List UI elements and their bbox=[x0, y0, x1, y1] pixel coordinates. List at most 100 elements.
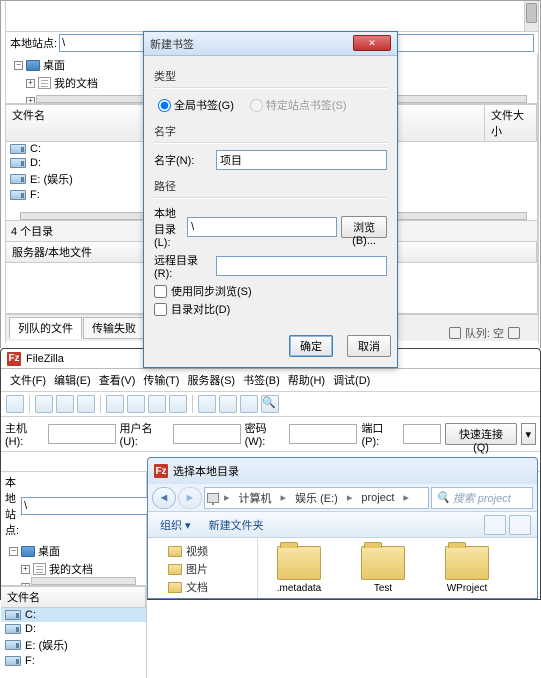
host-input[interactable] bbox=[48, 424, 116, 444]
folder-sidebar[interactable]: 视频 图片 文档 音乐 ▸计算机 ▸本地磁盘 (C:) bbox=[148, 538, 258, 598]
expand-icon[interactable]: + bbox=[26, 79, 35, 88]
tree-mydocs[interactable]: 我的文档 bbox=[54, 75, 98, 91]
drive-icon bbox=[10, 144, 26, 154]
bookmark-name-input[interactable] bbox=[216, 150, 387, 170]
tree-mydocs[interactable]: 我的文档 bbox=[49, 561, 93, 577]
menu-bookmarks[interactable]: 书签(B) bbox=[240, 371, 283, 389]
toggle-queue-icon[interactable] bbox=[77, 395, 95, 413]
radio-site-bookmark[interactable]: 特定站点书签(S) bbox=[250, 97, 347, 113]
drive-e[interactable]: E: (娱乐) bbox=[25, 637, 68, 653]
collapse-icon[interactable]: − bbox=[9, 547, 18, 556]
quickconnect-dropdown[interactable]: ▾ bbox=[521, 423, 536, 445]
quickconnect-button[interactable]: 快速连接(Q) bbox=[445, 423, 516, 445]
menu-bar[interactable]: 文件(F) 编辑(E) 查看(V) 传输(T) 服务器(S) 书签(B) 帮助(… bbox=[1, 369, 540, 392]
process-queue-icon[interactable] bbox=[127, 395, 145, 413]
crumb-computer[interactable]: 计算机 bbox=[235, 490, 276, 506]
folder-contents[interactable]: .metadata Test WProject bbox=[258, 538, 537, 598]
drive-f[interactable]: F: bbox=[25, 655, 35, 667]
port-label: 端口(P): bbox=[361, 420, 399, 448]
local-dir-input[interactable] bbox=[187, 217, 337, 237]
col-filename[interactable]: 文件名 bbox=[1, 587, 146, 607]
tab-queued-files[interactable]: 列队的文件 bbox=[9, 317, 82, 339]
new-folder-button[interactable]: 新建文件夹 bbox=[203, 515, 270, 535]
drive-e[interactable]: E: (娱乐) bbox=[30, 171, 73, 187]
ok-button[interactable]: 确定 bbox=[289, 335, 333, 357]
sidebar-music[interactable]: 音乐 bbox=[186, 597, 208, 598]
local-site-label: 本地站点: bbox=[5, 474, 19, 538]
video-icon bbox=[168, 546, 182, 557]
menu-file[interactable]: 文件(F) bbox=[7, 371, 49, 389]
menu-server[interactable]: 服务器(S) bbox=[184, 371, 238, 389]
toggle-tree-icon[interactable] bbox=[56, 395, 74, 413]
folder-search-input[interactable]: 🔍 搜索 project bbox=[431, 487, 533, 509]
dialog-titlebar[interactable]: 新建书签 ✕ bbox=[144, 32, 397, 56]
view-mode-button[interactable] bbox=[484, 515, 506, 535]
radio-global-bookmark[interactable]: 全局书签(G) bbox=[158, 97, 234, 113]
nav-forward-button[interactable]: ► bbox=[178, 487, 202, 509]
sync-browse-checkbox[interactable] bbox=[154, 285, 167, 298]
user-label: 用户名(U): bbox=[120, 420, 169, 448]
documents-icon bbox=[33, 563, 46, 575]
dir-compare-checkbox[interactable] bbox=[154, 303, 167, 316]
menu-debug[interactable]: 调试(D) bbox=[330, 371, 373, 389]
folder-item[interactable]: Test bbox=[352, 546, 414, 594]
organize-menu[interactable]: 组织 ▾ bbox=[154, 515, 197, 535]
tab-failed-transfers[interactable]: 传输失败 bbox=[83, 317, 145, 339]
window-title: FileZilla bbox=[26, 353, 64, 365]
dialog-title: 选择本地目录 bbox=[173, 463, 239, 479]
password-input[interactable] bbox=[289, 424, 357, 444]
nav-back-button[interactable]: ◄ bbox=[152, 487, 176, 509]
drive-icon bbox=[10, 174, 26, 184]
sidebar-pictures[interactable]: 图片 bbox=[186, 561, 208, 577]
name-label: 名字(N): bbox=[154, 152, 212, 168]
expand-icon[interactable]: + bbox=[21, 583, 30, 587]
drive-d[interactable]: D: bbox=[30, 157, 41, 169]
refresh-icon[interactable] bbox=[106, 395, 124, 413]
computer-icon bbox=[207, 493, 219, 503]
pictures-icon bbox=[168, 564, 182, 575]
folder-item[interactable]: .metadata bbox=[268, 546, 330, 594]
compare-icon[interactable] bbox=[240, 395, 258, 413]
port-input[interactable] bbox=[403, 424, 441, 444]
local-dir-label: 本地目录(L): bbox=[154, 205, 183, 249]
sidebar-documents[interactable]: 文档 bbox=[186, 579, 208, 595]
browse-button[interactable]: 浏览(B)... bbox=[341, 216, 387, 238]
new-bookmark-dialog: 新建书签 ✕ 类型 全局书签(G) 特定站点书签(S) 名字 名字(N): 路径… bbox=[143, 31, 398, 368]
folder-item[interactable]: WProject bbox=[436, 546, 498, 594]
tree-desktop[interactable]: 桌面 bbox=[38, 543, 60, 559]
menu-edit[interactable]: 编辑(E) bbox=[51, 371, 94, 389]
menu-help[interactable]: 帮助(H) bbox=[285, 371, 328, 389]
toggle-log-icon[interactable] bbox=[35, 395, 53, 413]
username-input[interactable] bbox=[173, 424, 241, 444]
cancel-button[interactable]: 取消 bbox=[347, 335, 391, 357]
horizontal-scrollbar[interactable] bbox=[31, 577, 136, 585]
drive-icon bbox=[5, 640, 21, 650]
drive-icon bbox=[5, 656, 21, 666]
drive-d[interactable]: D: bbox=[25, 623, 36, 635]
crumb-project[interactable]: project bbox=[357, 492, 398, 504]
cancel-icon[interactable] bbox=[148, 395, 166, 413]
remote-dir-input[interactable] bbox=[216, 256, 387, 276]
col-filesize[interactable]: 文件大小 bbox=[485, 105, 537, 141]
toolbar: 🔍 bbox=[1, 392, 540, 417]
search-icon[interactable]: 🔍 bbox=[261, 395, 279, 413]
sidebar-video[interactable]: 视频 bbox=[186, 543, 208, 559]
drive-f[interactable]: F: bbox=[30, 189, 40, 201]
disconnect-icon[interactable] bbox=[169, 395, 187, 413]
site-manager-icon[interactable] bbox=[6, 395, 24, 413]
menu-transfer[interactable]: 传输(T) bbox=[140, 371, 182, 389]
expand-icon[interactable]: + bbox=[21, 565, 30, 574]
drive-c[interactable]: C: bbox=[25, 609, 36, 621]
collapse-icon[interactable]: − bbox=[14, 61, 23, 70]
help-button[interactable] bbox=[509, 515, 531, 535]
expand-icon[interactable]: + bbox=[26, 97, 35, 105]
crumb-drive-e[interactable]: 娱乐 (E:) bbox=[291, 490, 342, 506]
filter-icon[interactable] bbox=[219, 395, 237, 413]
tree-desktop[interactable]: 桌面 bbox=[43, 57, 65, 73]
reconnect-icon[interactable] bbox=[198, 395, 216, 413]
drive-c[interactable]: C: bbox=[30, 143, 41, 155]
close-button[interactable]: ✕ bbox=[353, 35, 391, 51]
breadcrumb[interactable]: ▸ 计算机 ▸ 娱乐 (E:) ▸ project ▸ bbox=[204, 487, 429, 509]
menu-view[interactable]: 查看(V) bbox=[96, 371, 139, 389]
local-tree[interactable]: −桌面 +我的文档 +计算机 bbox=[1, 540, 146, 586]
